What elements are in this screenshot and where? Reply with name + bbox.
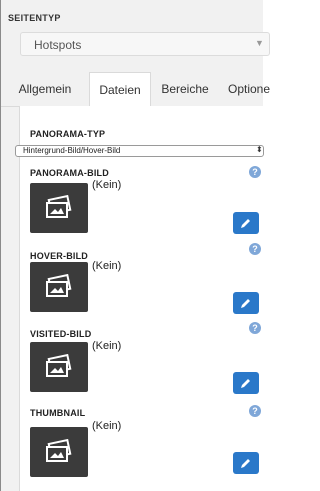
hover-image-value: (Kein) (92, 260, 122, 272)
panorama-image-value: (Kein) (92, 179, 122, 191)
visited-image-thumbnail[interactable] (30, 342, 88, 392)
settings-frame: SEITENTYP Hotspots ▼ Allgemein Dateien B… (0, 0, 270, 491)
visited-image-label: VISITED-BILD (30, 329, 92, 339)
page-type-select[interactable]: Hotspots ▼ (20, 32, 270, 56)
panorama-type-label: PANORAMA-TYP (30, 129, 106, 139)
image-placeholder-icon (46, 354, 72, 377)
visited-image-value: (Kein) (92, 340, 122, 352)
thumbnail-value: (Kein) (92, 420, 122, 432)
tab-allgemein[interactable]: Allgemein (1, 72, 89, 106)
image-placeholder-icon (46, 439, 72, 462)
pencil-icon (241, 299, 250, 308)
pencil-icon (241, 459, 250, 468)
pencil-icon (241, 219, 250, 228)
question-circle-icon[interactable]: ? (249, 322, 261, 334)
chevron-down-icon: ▼ (255, 38, 264, 48)
panorama-type-select[interactable]: Hintergrund-Bild/Hover-Bild ⬍ (15, 145, 264, 157)
image-placeholder-icon (46, 274, 72, 297)
image-placeholder-icon (46, 195, 72, 218)
panorama-image-label: PANORAMA-BILD (30, 168, 109, 178)
edit-panorama-image-button[interactable] (233, 212, 259, 234)
hover-image-label: HOVER-BILD (30, 251, 88, 261)
question-circle-icon[interactable]: ? (249, 243, 261, 255)
panorama-type-value: Hintergrund-Bild/Hover-Bild (23, 146, 121, 155)
thumbnail-label: THUMBNAIL (30, 408, 86, 418)
page-type-value: Hotspots (34, 38, 82, 52)
edit-thumbnail-button[interactable] (233, 452, 259, 474)
panorama-image-thumbnail[interactable] (30, 183, 88, 233)
tab-bereiche[interactable]: Bereiche (151, 72, 219, 106)
tab-optionen[interactable]: Optione (219, 72, 279, 106)
question-circle-icon[interactable]: ? (249, 405, 261, 417)
select-arrows-icon: ⬍ (256, 145, 263, 154)
pencil-icon (241, 379, 250, 388)
edit-hover-image-button[interactable] (233, 292, 259, 314)
thumbnail-image-thumbnail[interactable] (30, 427, 88, 477)
question-circle-icon[interactable]: ? (249, 166, 261, 178)
hover-image-thumbnail[interactable] (30, 262, 88, 312)
page-type-label: SEITENTYP (8, 13, 61, 23)
tab-bar: Allgemein Dateien Bereiche Optione (1, 72, 270, 107)
tab-dateien[interactable]: Dateien (89, 72, 151, 107)
edit-visited-image-button[interactable] (233, 372, 259, 394)
